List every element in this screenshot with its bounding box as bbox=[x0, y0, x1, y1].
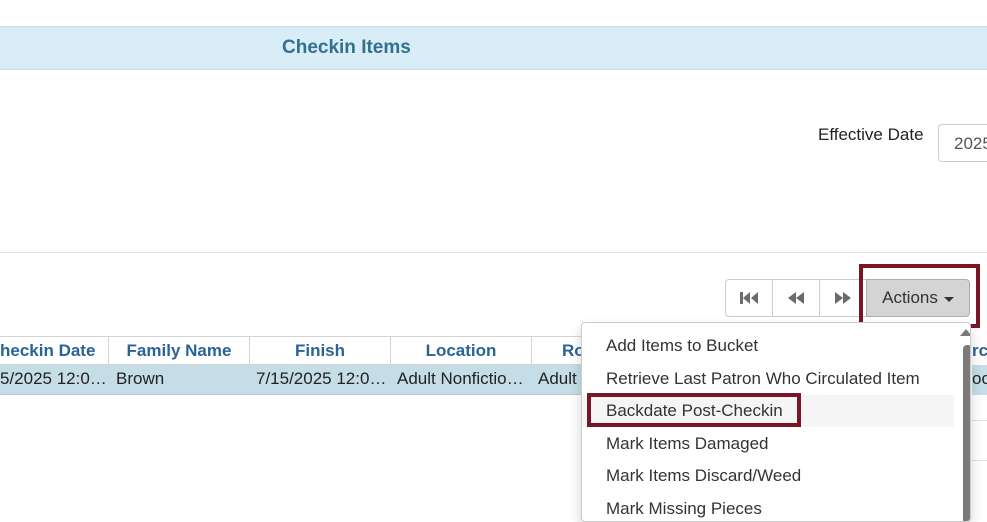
column-header-checkin-date[interactable]: heckin Date bbox=[0, 336, 109, 365]
cell-family-name: Brown bbox=[116, 369, 165, 388]
divider bbox=[972, 460, 987, 461]
previous-page-icon bbox=[788, 292, 804, 304]
backdate-highlight bbox=[587, 393, 801, 427]
column-header-clipped[interactable]: rc bbox=[972, 336, 987, 365]
column-header-location[interactable]: Location bbox=[391, 336, 532, 365]
actions-highlight bbox=[859, 264, 980, 328]
page-title: Checkin Items bbox=[282, 37, 411, 58]
next-page-icon bbox=[835, 292, 851, 304]
menu-item-mark-missing-pieces[interactable]: Mark Missing Pieces bbox=[582, 493, 954, 521]
effective-date-input[interactable]: 2025 bbox=[938, 124, 987, 162]
menu-item-retrieve-last-patron[interactable]: Retrieve Last Patron Who Circulated Item bbox=[582, 363, 954, 395]
menu-item-add-to-bucket[interactable]: Add Items to Bucket bbox=[582, 330, 954, 362]
first-page-button[interactable] bbox=[725, 279, 773, 317]
divider bbox=[0, 252, 987, 253]
menu-scrollbar-thumb[interactable] bbox=[963, 345, 970, 521]
cell-finish: 7/15/2025 12:0… bbox=[256, 369, 387, 388]
previous-page-button[interactable] bbox=[772, 279, 820, 317]
menu-item-mark-discard-weed[interactable]: Mark Items Discard/Weed bbox=[582, 460, 954, 492]
column-header-family-name[interactable]: Family Name bbox=[109, 336, 250, 365]
scroll-up-icon[interactable] bbox=[960, 329, 970, 336]
cell-clipped: oo bbox=[972, 365, 987, 395]
cell-checkin-date: 5/2025 12:0… bbox=[0, 369, 107, 388]
panel-header bbox=[0, 26, 987, 70]
column-header-finish[interactable]: Finish bbox=[250, 336, 391, 365]
divider bbox=[972, 420, 987, 421]
first-page-icon bbox=[740, 292, 758, 304]
effective-date-label: Effective Date bbox=[818, 125, 924, 144]
cell-location: Adult Nonfictio… bbox=[397, 369, 524, 388]
menu-item-mark-damaged[interactable]: Mark Items Damaged bbox=[582, 428, 954, 460]
